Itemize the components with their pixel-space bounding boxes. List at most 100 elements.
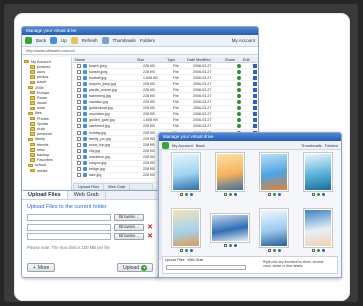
back-icon[interactable] [25, 37, 32, 44]
row-checkbox[interactable] [77, 142, 81, 147]
share-icon[interactable] [237, 100, 241, 105]
edit-icon[interactable] [277, 249, 281, 252]
edit-icon[interactable] [277, 193, 281, 196]
thumbnails-button[interactable]: Thumbnails [113, 38, 136, 43]
column-edit[interactable]: Edit [241, 57, 258, 62]
thumbnail-wave[interactable] [297, 152, 339, 207]
row-checkbox[interactable] [77, 154, 81, 159]
row-checkbox[interactable] [77, 173, 81, 178]
edit-icon[interactable] [253, 69, 257, 74]
share-icon[interactable] [228, 244, 232, 247]
column-size[interactable]: Size [135, 57, 165, 62]
edit-icon[interactable] [233, 193, 237, 196]
share-icon[interactable] [228, 193, 232, 196]
my-account-button[interactable]: My Account [232, 38, 255, 43]
edit-icon[interactable] [253, 63, 257, 68]
row-checkbox[interactable] [77, 167, 81, 172]
tab-upload-files[interactable]: Upload Files [22, 191, 68, 199]
thumbnails-icon[interactable] [101, 37, 109, 44]
up-icon[interactable] [50, 37, 58, 44]
thumbnail-pool[interactable] [297, 208, 339, 263]
thumbnail-checkbox[interactable] [179, 193, 183, 196]
thumbnail-checkbox[interactable] [223, 193, 227, 196]
share-icon[interactable] [237, 112, 241, 117]
tab-web-grab[interactable]: Web Grab [68, 191, 106, 199]
edit-icon[interactable] [233, 244, 237, 247]
column-share[interactable]: Share [223, 57, 241, 62]
edit-icon[interactable] [321, 193, 325, 196]
thumbnail-surfer[interactable] [165, 152, 207, 207]
remove-row-icon[interactable]: ✕ [147, 233, 153, 240]
upload-button[interactable]: Upload ➜ [117, 263, 153, 272]
thumbnail-checkbox[interactable] [179, 249, 183, 252]
browse-button[interactable]: Browse... [114, 232, 145, 240]
share-icon[interactable] [272, 193, 276, 196]
share-icon[interactable] [237, 69, 241, 74]
tab-web-grab[interactable]: Web Grab [187, 258, 203, 262]
edit-icon[interactable] [321, 249, 325, 252]
folders-button[interactable]: Folders [325, 143, 338, 148]
more-button[interactable]: + More [27, 263, 56, 272]
share-icon[interactable] [237, 81, 241, 86]
file-path-input[interactable] [27, 223, 112, 231]
tab-upload-files[interactable]: Upload Files [165, 258, 184, 262]
row-checkbox[interactable] [77, 112, 81, 117]
thumbnail-checkbox[interactable] [311, 249, 315, 252]
browse-button[interactable]: Browse... [114, 223, 145, 231]
row-checkbox[interactable] [77, 69, 81, 74]
share-icon[interactable] [237, 63, 241, 68]
row-checkbox[interactable] [77, 124, 81, 129]
refresh-icon[interactable] [70, 37, 78, 44]
address-bar[interactable]: http://www.ultraweb.com/vd [22, 47, 258, 55]
thumbnail-checkbox[interactable] [267, 193, 271, 196]
share-icon[interactable] [237, 124, 241, 129]
thumbnails-button[interactable]: Thumbnails [301, 143, 322, 148]
edit-icon[interactable] [253, 112, 257, 117]
edit-icon[interactable] [253, 106, 257, 111]
share-icon[interactable] [184, 193, 188, 196]
row-checkbox[interactable] [77, 94, 81, 99]
edit-icon[interactable] [253, 81, 257, 86]
edit-icon[interactable] [253, 124, 257, 129]
share-icon[interactable] [237, 75, 241, 80]
column-date[interactable]: Date Modified [185, 57, 223, 62]
thumbnail-golfer[interactable] [253, 208, 295, 263]
refresh-button[interactable]: Refresh [82, 38, 98, 43]
thumbnail-beach-couple[interactable] [165, 208, 207, 263]
tree-folder[interactable]: media [24, 168, 69, 173]
row-checkbox[interactable] [77, 130, 81, 135]
row-checkbox[interactable] [77, 118, 81, 123]
file-path-input[interactable] [166, 265, 246, 270]
edit-icon[interactable] [189, 249, 193, 252]
back-button[interactable]: Back [36, 38, 46, 43]
remove-row-icon[interactable]: ✕ [147, 224, 153, 231]
share-icon[interactable] [184, 249, 188, 252]
row-checkbox[interactable] [77, 63, 81, 68]
thumbnail-roller-coaster[interactable] [253, 152, 295, 207]
thumbnail-beach-sunset[interactable] [209, 152, 251, 207]
file-path-input[interactable] [27, 232, 112, 240]
thumbnail-checkbox[interactable] [267, 249, 271, 252]
edit-icon[interactable] [253, 100, 257, 105]
edit-icon[interactable] [253, 94, 257, 99]
share-icon[interactable] [237, 106, 241, 111]
edit-icon[interactable] [253, 87, 257, 92]
thumbnail-checkbox[interactable] [311, 193, 315, 196]
share-icon[interactable] [272, 249, 276, 252]
thumbnail-checkbox[interactable] [223, 244, 227, 247]
edit-icon[interactable] [253, 75, 257, 80]
file-path-input[interactable] [27, 214, 112, 222]
back-icon[interactable] [162, 141, 169, 149]
column-name[interactable]: Name [73, 57, 135, 62]
column-type[interactable]: Type [165, 57, 185, 62]
row-checkbox[interactable] [77, 87, 81, 92]
browse-button[interactable]: Browse... [114, 214, 145, 222]
thumbnail-car[interactable] [209, 208, 251, 263]
share-icon[interactable] [316, 249, 320, 252]
folders-button[interactable]: Folders [140, 38, 155, 43]
row-checkbox[interactable] [77, 75, 81, 80]
share-icon[interactable] [316, 193, 320, 196]
share-icon[interactable] [237, 94, 241, 99]
edit-icon[interactable] [253, 118, 257, 123]
row-checkbox[interactable] [77, 136, 81, 141]
